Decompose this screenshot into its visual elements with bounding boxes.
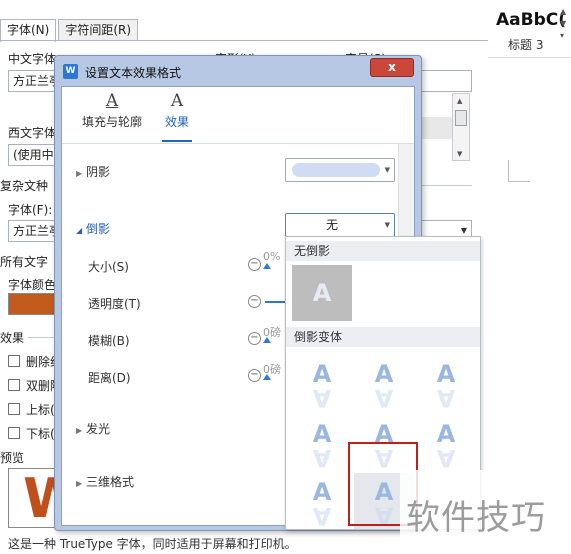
style-gallery[interactable]: AaBbC( 标题 3 ▲ ▼ ▾ (488, 0, 571, 58)
distance-slider-thumb[interactable] (263, 374, 271, 380)
reflection-variant-tile[interactable]: A A (416, 355, 476, 412)
reflection-dropdown-value: 无 (325, 218, 338, 232)
double-strikethrough-label: 双删除 (26, 379, 56, 393)
tab-effects-label: 效果 (164, 115, 189, 129)
reflection-mirror-icon: A (312, 384, 332, 412)
scroll-up-arrow-icon[interactable]: ▲ (457, 97, 462, 105)
transparency-slider[interactable] (265, 301, 287, 303)
expand-arrow-icon: ▶ (76, 479, 83, 488)
text-effect-icon: A (170, 91, 184, 111)
reflection-section-toggle[interactable]: ◢ 倒影 (76, 220, 110, 237)
expand-arrow-icon: ▶ (76, 426, 83, 435)
decrease-size-button[interactable]: − (248, 258, 261, 271)
shadow-dropdown[interactable]: ▼ (285, 158, 395, 182)
superscript-checkbox[interactable] (8, 403, 20, 415)
reflection-distance-label: 距离(D) (88, 371, 131, 385)
chinese-font-label: 中文字体(T) (8, 52, 58, 66)
expand-arrow-icon: ▶ (76, 169, 83, 178)
size-list-scrollbar[interactable]: ▲ ▼ (452, 93, 470, 161)
size-input[interactable] (420, 70, 472, 92)
chevron-down-icon: ▼ (384, 221, 390, 229)
document-margin-corner (508, 160, 530, 182)
subscript-label: 下标( (26, 427, 55, 441)
tab-separator (62, 143, 414, 144)
font-color-label: 字体颜色 (8, 278, 56, 292)
style-name-heading3: 标题 3 (508, 38, 544, 52)
complex-font-label: 复杂文种 (0, 179, 49, 193)
reflection-mirror-icon: A (436, 444, 456, 472)
active-tab-indicator (162, 140, 192, 142)
reflection-mirror-icon: A (312, 444, 332, 472)
scroll-thumb[interactable] (455, 110, 467, 126)
strikethrough-checkbox[interactable] (8, 355, 20, 367)
reflection-variant-tile[interactable]: A A (354, 355, 414, 412)
reflection-variant-tile[interactable]: A A (292, 415, 352, 472)
glow-section-toggle[interactable]: ▶ 发光 (76, 420, 110, 437)
reflection-variant-tile[interactable]: A A (292, 473, 352, 529)
group-separator (420, 185, 472, 186)
strikethrough-label: 删除线 (26, 355, 56, 369)
no-reflection-header: 无倒影 (286, 241, 480, 261)
tab-effects[interactable]: A 效果 (158, 91, 196, 130)
no-reflection-option[interactable]: A (292, 265, 352, 321)
reflection-variant-tile[interactable]: A A (292, 355, 352, 412)
reflection-size-label: 大小(S) (88, 260, 129, 274)
collapse-arrow-icon: ◢ (76, 226, 83, 235)
shadow-preview (292, 163, 380, 177)
reflection-mirror-icon: A (312, 502, 332, 530)
double-strikethrough-checkbox[interactable] (8, 379, 20, 391)
watermark-text: 软件技巧 (406, 498, 546, 538)
no-reflection-preview-icon: A (312, 279, 332, 307)
reflection-blur-label: 模糊(B) (88, 334, 130, 348)
reflection-variants-header: 倒影变体 (286, 327, 480, 347)
all-text-label: 所有文字 (0, 255, 49, 269)
reflection-mirror-icon: A (436, 384, 456, 412)
size-list-selected[interactable] (420, 117, 452, 139)
subscript-checkbox[interactable] (8, 427, 20, 439)
wps-writer-icon: W (63, 64, 78, 79)
reflection-variant-tile[interactable]: A A (416, 415, 476, 472)
text-fill-icon: A (105, 91, 119, 111)
3d-format-section-toggle[interactable]: ▶ 三维格式 (76, 473, 134, 490)
decrease-blur-button[interactable]: − (248, 332, 261, 345)
reflection-transparency-label: 透明度(T) (88, 297, 141, 311)
chevron-down-icon: ▼ (384, 166, 390, 174)
tab-fill-outline[interactable]: A 填充与轮廓 (78, 91, 146, 130)
tab-font[interactable]: 字体(N) (0, 19, 57, 42)
effects-separator (28, 337, 56, 338)
font-type-note: 这是一种 TrueType 字体，同时适用于屏幕和打印机。 (8, 537, 297, 551)
western-font-label: 西文字体 (8, 126, 56, 140)
close-button[interactable]: x (370, 58, 414, 77)
style-sample-heading3[interactable]: AaBbC( (496, 10, 566, 30)
scroll-down-arrow-icon[interactable]: ▼ (457, 150, 462, 158)
font-dialog-tabs: 字体(N) 字符间距(R) (0, 19, 140, 42)
dialog-title: 设置文本效果格式 (85, 66, 182, 80)
decrease-transparency-button[interactable]: − (248, 295, 261, 308)
blur-slider-thumb[interactable] (263, 337, 271, 343)
decrease-distance-button[interactable]: − (248, 369, 261, 382)
tab-fill-outline-label: 填充与轮廓 (81, 115, 142, 129)
dialog-titlebar[interactable]: W 设置文本效果格式 x (55, 56, 421, 86)
shadow-section-toggle[interactable]: ▶ 阴影 (76, 163, 110, 180)
reflection-dropdown[interactable]: 无 ▼ (285, 213, 395, 237)
tab-character-spacing[interactable]: 字符间距(R) (58, 19, 139, 41)
superscript-label: 上标( (26, 403, 55, 417)
gallery-scroll-icon[interactable]: ▲ ▼ ▾ (560, 6, 566, 42)
size-slider-thumb[interactable] (263, 263, 271, 269)
preview-label: 预览 (0, 451, 25, 465)
reflection-size-value[interactable]: 0% (263, 250, 280, 263)
reflection-mirror-icon: A (374, 384, 394, 412)
